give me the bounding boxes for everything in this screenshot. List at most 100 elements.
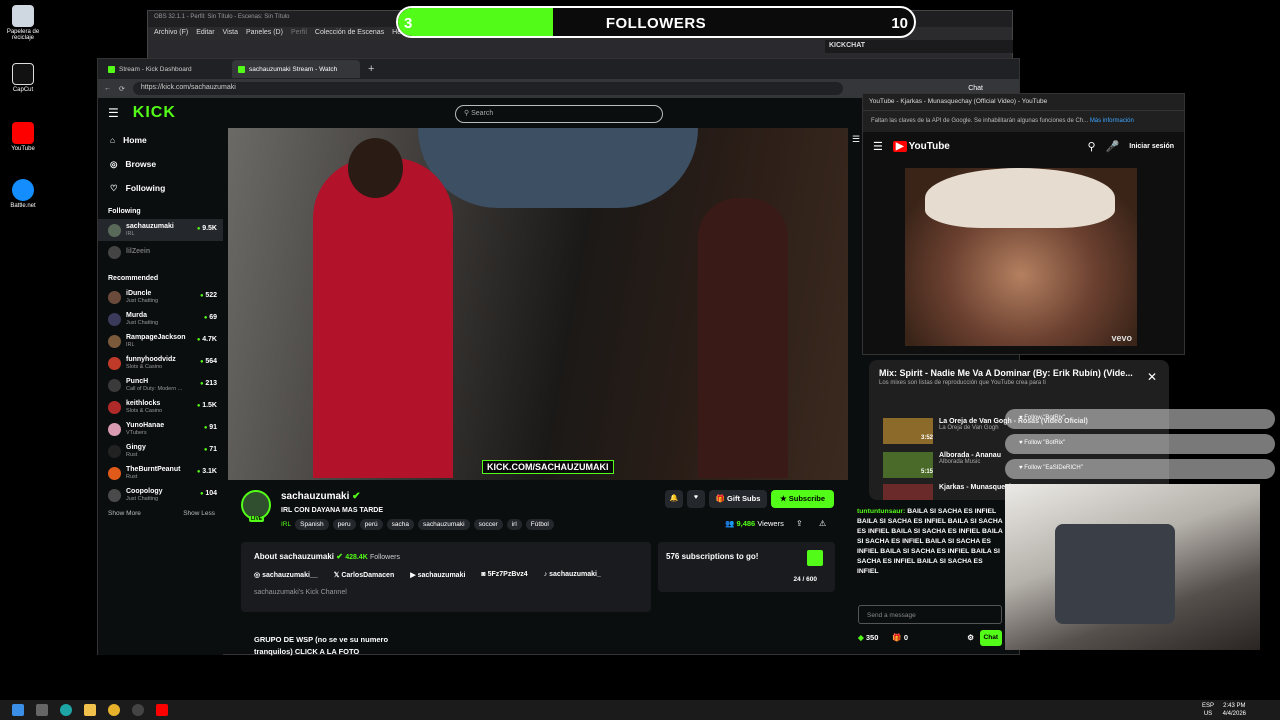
- channel-category: Just Chatting: [126, 297, 159, 304]
- video-hat: [925, 168, 1115, 228]
- refresh-icon[interactable]: ⟳: [119, 85, 125, 93]
- desktop-icon-recycle-bin[interactable]: Papelera de reciclaje: [4, 5, 42, 41]
- sidebar-channel[interactable]: RampageJacksonIRL 4.7K: [98, 330, 223, 352]
- sub-goal-arrow-button[interactable]: [807, 550, 823, 566]
- youtube-video[interactable]: vevo: [905, 168, 1137, 346]
- api-warning: Faltan las claves de la API de Google. S…: [863, 110, 1184, 132]
- sidebar-channel[interactable]: keithlocksSlots & Casino 1.5K: [98, 396, 223, 418]
- x-link[interactable]: 𝕏 CarlosDamacen: [334, 571, 395, 579]
- tag-chip[interactable]: irl: [506, 519, 522, 530]
- bell-icon[interactable]: 🔔: [665, 490, 683, 508]
- file-explorer-icon[interactable]: [84, 704, 96, 716]
- channel-category: IRL: [126, 230, 135, 237]
- menu-icon[interactable]: ☰: [873, 140, 883, 153]
- subscribe-button[interactable]: ★ Subscribe: [771, 490, 834, 508]
- nav-browse[interactable]: ◎ Browse: [98, 152, 223, 176]
- heart-button-icon[interactable]: ♥: [687, 490, 705, 508]
- tag-chip[interactable]: sacha: [386, 519, 415, 530]
- live-badge: LIVE: [249, 516, 265, 522]
- close-icon[interactable]: ✕: [1147, 370, 1157, 384]
- panel-text[interactable]: GRUPO DE WSP (no se ve su numero tranqui…: [254, 634, 388, 658]
- chat-input[interactable]: Send a message: [858, 605, 1002, 624]
- kick-logo[interactable]: KICK: [133, 104, 176, 122]
- nav-home[interactable]: ⌂ Home: [98, 128, 223, 152]
- chat-button[interactable]: Chat: [968, 85, 983, 92]
- report-icon[interactable]: ⚠: [819, 519, 826, 528]
- obs-menu-item[interactable]: Paneles (D): [246, 29, 283, 39]
- sidebar-channel[interactable]: funnyhoodvidzSlots & Casino 564: [98, 352, 223, 374]
- obs-menu-item[interactable]: Colección de Escenas: [315, 29, 384, 39]
- desktop-icon-youtube[interactable]: YouTube: [4, 122, 42, 152]
- mic-icon[interactable]: 🎤: [1106, 140, 1120, 153]
- points-count[interactable]: ◆ 350: [858, 633, 878, 643]
- settings-icon[interactable]: ⚙: [967, 633, 974, 643]
- search-taskbar-icon[interactable]: [36, 704, 48, 716]
- back-icon[interactable]: ←: [104, 85, 111, 92]
- gift-subs-button[interactable]: 🎁 Gift Subs: [709, 490, 767, 508]
- mix-title: Mix: Spirit - Nadie Me Va A Dominar (By:…: [879, 368, 1133, 378]
- tag-chip[interactable]: sachauzumaki: [418, 519, 470, 530]
- nav-label: Following: [125, 183, 166, 193]
- youtube-link[interactable]: ▶ sachauzumaki: [410, 571, 465, 579]
- sidebar-channel[interactable]: YunoHanaeVTubers 91: [98, 418, 223, 440]
- chrome-icon[interactable]: [108, 704, 120, 716]
- tiktok-link[interactable]: ♪ sachauzumaki_: [544, 571, 601, 579]
- channel-avatar: [108, 400, 121, 414]
- menu-icon[interactable]: ☰: [108, 106, 119, 120]
- youtube-logo[interactable]: ▶ YouTube: [892, 140, 950, 152]
- signin-button[interactable]: Iniciar sesión: [1129, 143, 1174, 150]
- show-less-button[interactable]: Show Less: [183, 510, 215, 517]
- obs-menu-item[interactable]: Perfil: [291, 29, 307, 39]
- url-field[interactable]: https://kick.com/sachauzumaki: [132, 82, 843, 95]
- language-indicator[interactable]: ESP US: [1202, 702, 1214, 718]
- category-link[interactable]: IRL: [281, 519, 291, 530]
- playlist-item[interactable]: 5:15 Alborada - Ananau Alborada Music: [883, 452, 1001, 478]
- tag-chip[interactable]: peru: [332, 519, 356, 530]
- more-info-link[interactable]: Más información: [1090, 118, 1134, 124]
- sub-goal-text: 576 subscriptions to go!: [666, 552, 759, 561]
- chat-username[interactable]: tuntuntunsaur:: [857, 508, 905, 515]
- playlist-item[interactable]: Kjarkas - Munasquechay: [883, 484, 1021, 500]
- tag-chip[interactable]: Fútbol: [525, 519, 554, 530]
- sidebar-channel[interactable]: lilZeein: [98, 241, 223, 263]
- nav-following[interactable]: ♡ Following: [98, 176, 223, 200]
- discord-link[interactable]: ◙ 5Fz7PzBvz4: [481, 571, 527, 579]
- sidebar-channel[interactable]: CoopologyJust Chatting 104: [98, 484, 223, 506]
- new-tab-icon[interactable]: +: [368, 63, 374, 75]
- share-icon[interactable]: ⇪: [796, 519, 803, 528]
- channel-name[interactable]: sachauzumaki ✔: [281, 491, 361, 502]
- instagram-link[interactable]: ◎ sachauzumaki__: [254, 571, 318, 579]
- youtube-window: YouTube - Kjarkas - Munasquechay (Offici…: [862, 93, 1185, 355]
- tab-kick-dashboard[interactable]: Stream - Kick Dashboard: [102, 60, 230, 78]
- chat-collapse-icon[interactable]: ☰: [852, 134, 860, 145]
- obs-menu-item[interactable]: Editar: [196, 29, 214, 39]
- tab-kick-stream[interactable]: sachauzumaki Stream - Watch: [232, 60, 360, 78]
- obs-menu-item[interactable]: Archivo (F): [154, 29, 188, 39]
- search-input[interactable]: ⚲ Search: [455, 105, 663, 123]
- obs-menu-item[interactable]: Vista: [223, 29, 238, 39]
- desktop-icon-battlenet[interactable]: Battle.net: [4, 179, 42, 209]
- tag-chip[interactable]: Spanish: [295, 519, 329, 530]
- tag-chip[interactable]: soccer: [473, 519, 503, 530]
- sidebar-channel[interactable]: GingyRust 71: [98, 440, 223, 462]
- chat-send-button[interactable]: Chat: [979, 630, 1002, 646]
- obs-icon[interactable]: [132, 704, 144, 716]
- gift-count[interactable]: 🎁 0: [892, 633, 908, 643]
- sidebar-channel[interactable]: iDuncleJust Chatting 522: [98, 286, 223, 308]
- clock[interactable]: 2:43 PM 4/4/2026: [1223, 702, 1246, 718]
- search-icon[interactable]: ⚲: [1087, 140, 1095, 153]
- tag-chip[interactable]: perú: [359, 519, 383, 530]
- kick-favicon-icon: [108, 65, 115, 73]
- desktop-icon-capcut[interactable]: CapCut: [4, 63, 42, 93]
- video-player[interactable]: KICK.COM/SACHAUZUMAKI: [228, 128, 848, 480]
- youtube-taskbar-icon[interactable]: [156, 704, 168, 716]
- following-header: Following: [108, 208, 141, 215]
- show-more-button[interactable]: Show More: [108, 510, 141, 517]
- sidebar-channel[interactable]: TheBurntPeanutRust 3.1K: [98, 462, 223, 484]
- sidebar-channel[interactable]: MurdaJust Chatting 69: [98, 308, 223, 330]
- edge-icon[interactable]: [60, 704, 72, 716]
- start-icon[interactable]: [12, 704, 24, 716]
- sidebar-channel[interactable]: sachauzumakiIRL 9.5K: [98, 219, 223, 241]
- channel-avatar: [108, 488, 121, 502]
- sidebar-channel[interactable]: PuncHCall of Duty: Modern ... 213: [98, 374, 223, 396]
